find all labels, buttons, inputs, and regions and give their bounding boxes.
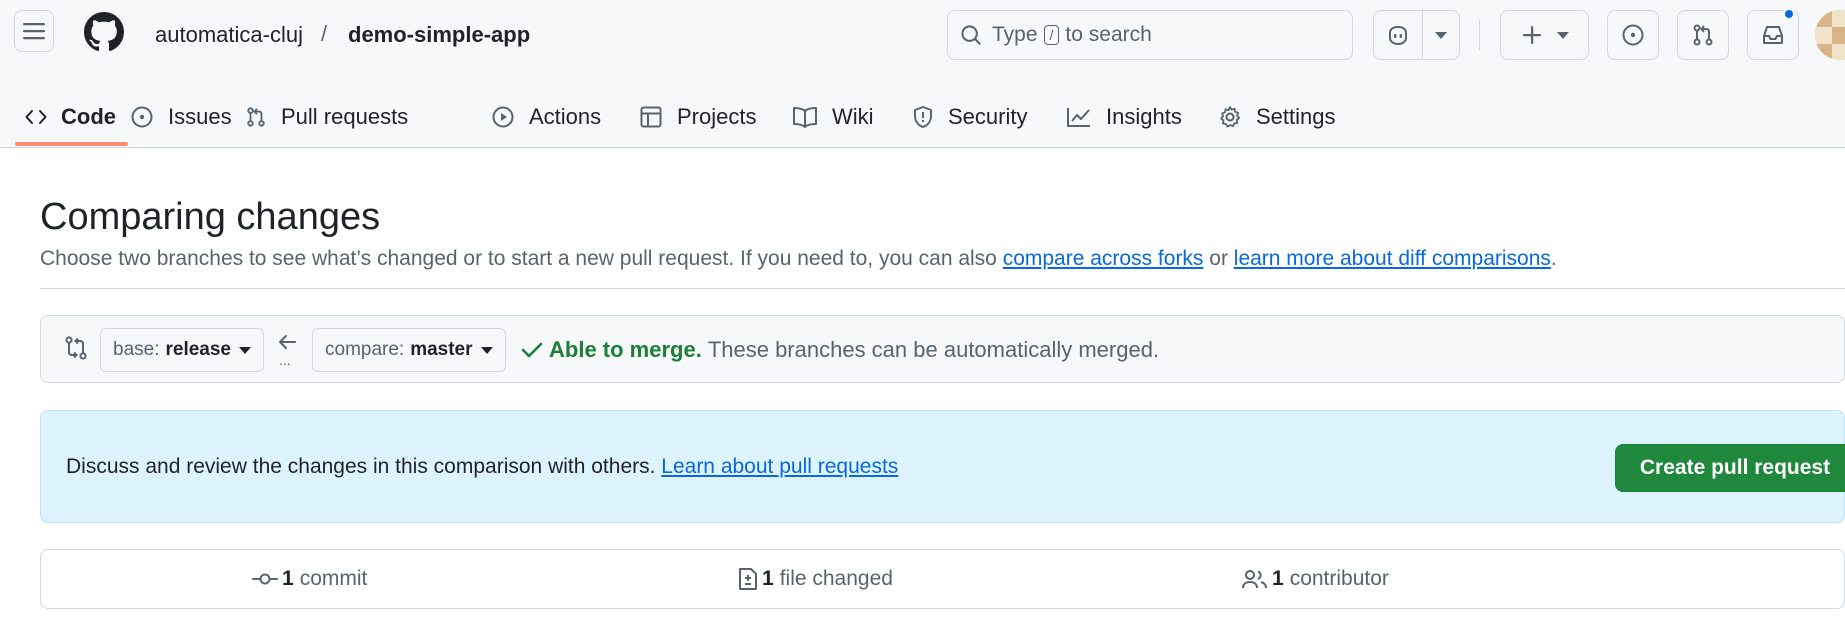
breadcrumb-repo[interactable]: demo-simple-app [348,22,530,48]
merge-status: Able to merge. These branches can be aut… [521,337,1159,363]
base-branch-select[interactable]: base: release [100,328,264,372]
code-icon [25,109,47,124]
github-logo-icon[interactable] [84,12,124,52]
issue-opened-icon [1622,24,1644,46]
tab-actions[interactable]: Actions [491,85,601,148]
files-label: file changed [779,567,893,590]
contributors-count: 1 [1272,567,1284,590]
search-input[interactable]: Type / to search [947,10,1353,60]
compare-flash-banner: Discuss and review the changes in this c… [40,410,1845,523]
commits-count: 1 [282,567,294,590]
play-icon [492,106,514,127]
active-tab-indicator [15,142,128,146]
git-pull-request-icon [1693,24,1713,46]
chevron-down-icon [239,346,251,354]
base-value: release [165,339,231,360]
issues-button[interactable] [1607,10,1659,60]
plus-icon [1522,26,1541,44]
search-placeholder-prefix: Type [992,23,1038,46]
files-changed-stat[interactable]: 1 file changed [738,567,893,591]
compare-across-forks-link[interactable]: compare across forks [1003,247,1204,270]
copilot-main[interactable] [1374,11,1424,59]
merge-status-ok: Able to merge. [549,337,702,362]
tab-code[interactable]: Code [25,85,116,148]
divider [40,288,1845,289]
tab-label: Pull requests [281,103,409,129]
search-icon [961,25,981,45]
chevron-down-icon [1435,31,1448,39]
breadcrumb-separator: / [321,21,328,46]
tab-label: Actions [529,103,602,129]
flash-text: Discuss and review the changes in this c… [66,455,662,478]
table-icon [640,106,662,127]
description-text-end: . [1550,247,1557,270]
tab-label: Settings [1256,103,1336,129]
compare-value: master [410,339,473,360]
files-count: 1 [762,567,774,590]
tab-label: Issues [168,103,232,129]
git-commit-icon [252,573,278,585]
learn-diff-comparisons-link[interactable]: learn more about diff comparisons [1234,247,1551,270]
tab-wiki[interactable]: Wiki [792,85,874,148]
inbox-icon [1763,26,1783,44]
compare-branch-select[interactable]: compare: master [312,328,506,372]
tab-settings[interactable]: Settings [1218,85,1336,148]
shield-icon [914,105,932,128]
check-icon [521,342,543,358]
tab-label: Code [61,103,116,129]
search-placeholder-suffix: to search [1065,23,1152,46]
avatar-image [1815,10,1845,60]
book-icon [793,106,817,128]
contributors-label: contributor [1289,567,1389,590]
copilot-button[interactable] [1373,10,1460,60]
tab-security[interactable]: Security [912,85,1027,148]
copilot-icon [1389,25,1408,46]
search-shortcut-key: / [1043,25,1060,45]
description-text-mid: or [1203,247,1234,270]
chevron-down-icon [480,346,493,354]
merge-status-detail: These branches can be automatically merg… [707,337,1160,362]
avatar[interactable] [1815,10,1845,60]
range-dots: ... [279,352,291,368]
arrow-left-icon [279,335,296,349]
pull-requests-button[interactable] [1677,10,1729,60]
notification-indicator [1783,8,1795,20]
breadcrumb-owner[interactable]: automatica-cluj [155,22,303,48]
tab-issues[interactable]: Issues [130,85,232,148]
contributors-stat[interactable]: 1 contributor [1242,567,1389,591]
issue-opened-icon [131,106,153,127]
graph-icon [1067,107,1090,127]
create-new-button[interactable] [1500,10,1589,60]
menu-button[interactable] [14,10,54,52]
description-text: Choose two branches to see what’s change… [40,247,1003,270]
page-title: Comparing changes [40,196,381,238]
chevron-down-icon [1556,31,1569,39]
file-diff-icon [739,568,757,590]
range-editor: base: release ... compare: master Able to … [40,315,1845,383]
page-description: Choose two branches to see what’s change… [40,247,1557,271]
create-pull-request-button[interactable]: Create pull request [1615,444,1845,492]
header-divider [1479,20,1480,50]
tab-label: Wiki [832,103,874,129]
commits-stat[interactable]: 1 commit [252,567,367,591]
learn-pull-requests-link[interactable]: Learn about pull requests [661,455,898,478]
tab-projects[interactable]: Projects [639,85,756,148]
compare-label: compare: [325,339,405,360]
tab-insights[interactable]: Insights [1066,85,1182,148]
gear-icon [1220,105,1240,127]
commits-label: commit [299,567,368,590]
tab-label: Security [948,103,1028,129]
tab-pull-requests[interactable]: Pull requests [245,85,408,148]
hamburger-icon [23,23,45,40]
base-label: base: [113,339,160,360]
people-icon [1242,570,1267,589]
tab-label: Insights [1106,103,1182,129]
git-compare-icon [65,336,87,360]
copilot-dropdown[interactable] [1423,11,1459,59]
git-pull-request-icon [247,106,265,127]
tab-label: Projects [677,103,757,129]
compare-summary: 1 commit 1 file changed 1 contributor [40,549,1845,609]
flash-message: Discuss and review the changes in this c… [66,455,898,479]
